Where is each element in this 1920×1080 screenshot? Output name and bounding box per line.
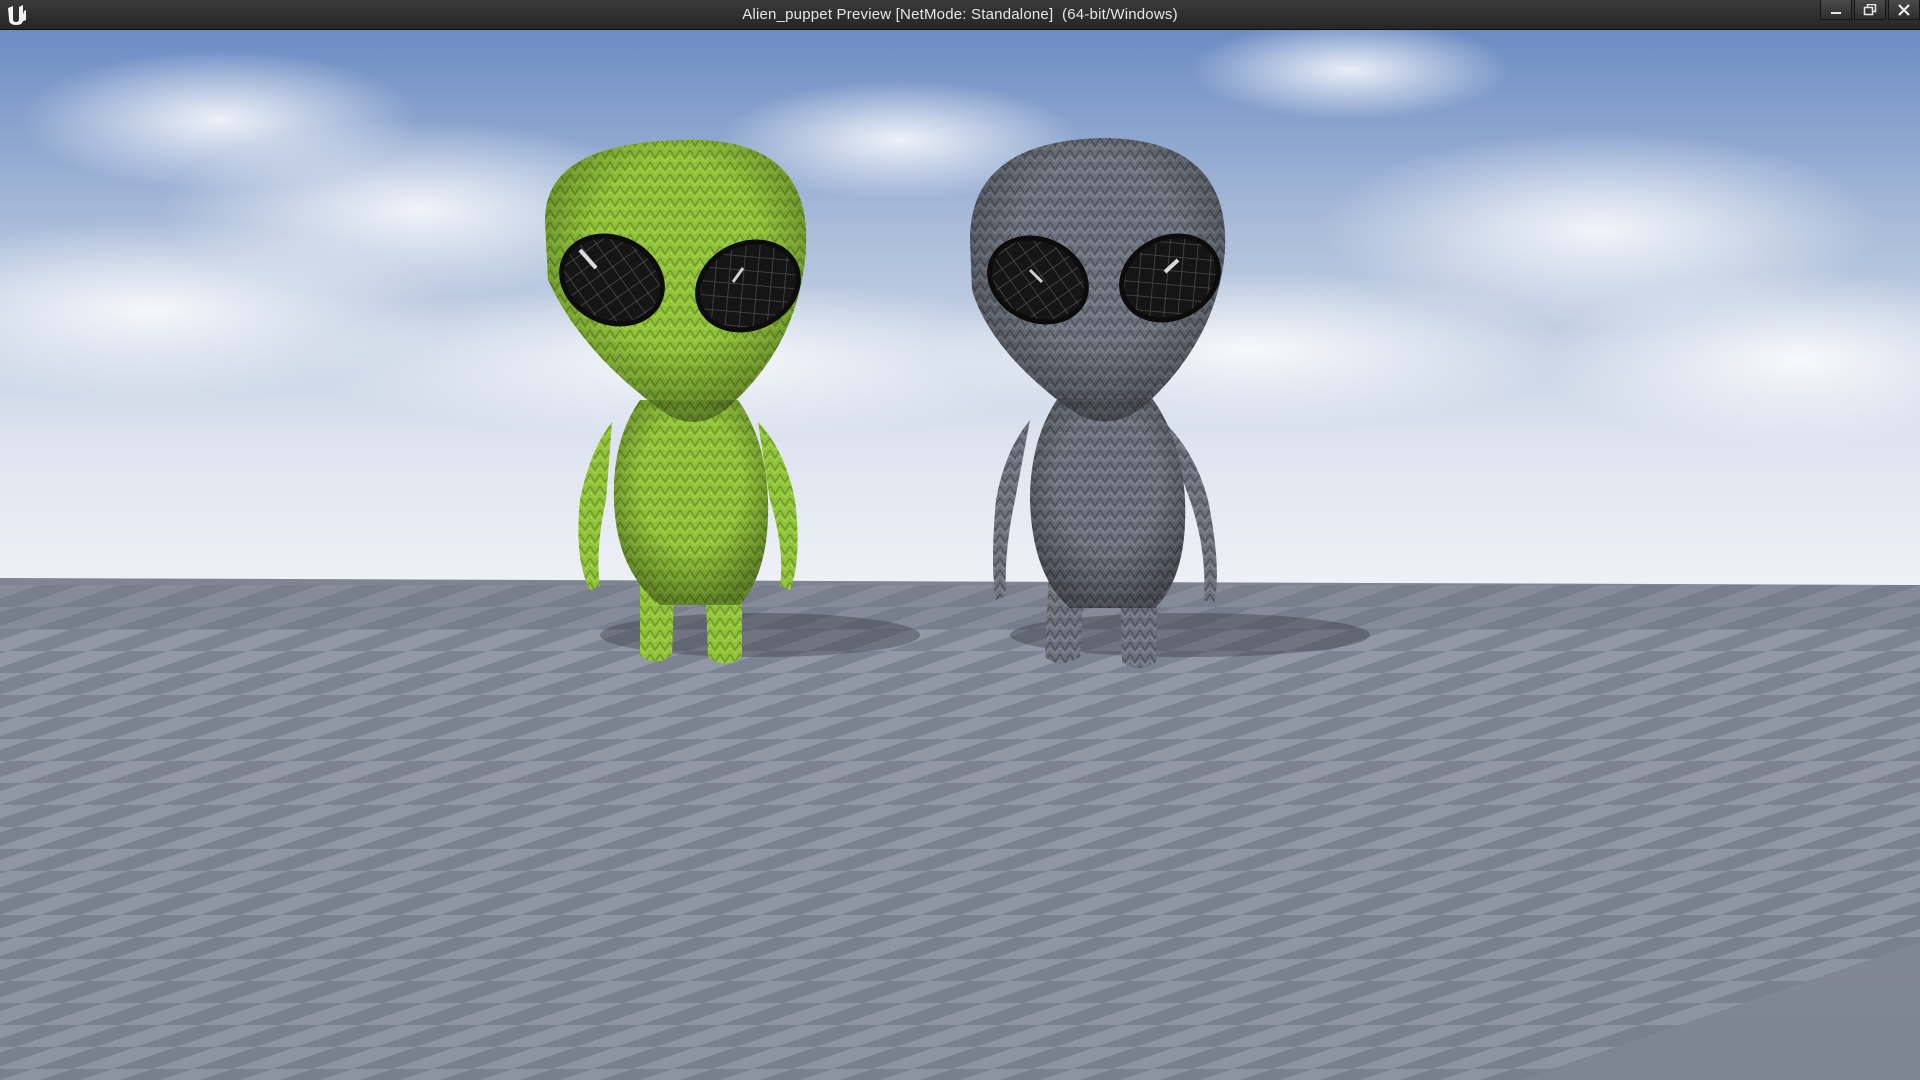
checkered-floor [0, 578, 1920, 1080]
window-titlebar[interactable]: Alien_puppet Preview [NetMode: Standalon… [0, 0, 1920, 30]
window-title: Alien_puppet Preview [NetMode: Standalon… [742, 6, 1178, 23]
scene-render [0, 30, 1920, 1080]
close-icon [1898, 3, 1910, 16]
restore-icon [1863, 3, 1877, 15]
restore-button[interactable] [1854, 0, 1886, 20]
minimize-icon [1831, 11, 1841, 14]
minimize-button[interactable] [1820, 0, 1852, 20]
game-preview-window: Alien_puppet Preview [NetMode: Standalon… [0, 0, 1920, 1080]
window-controls [1818, 0, 1920, 22]
game-viewport[interactable] [0, 30, 1920, 1080]
close-button[interactable] [1888, 0, 1920, 20]
